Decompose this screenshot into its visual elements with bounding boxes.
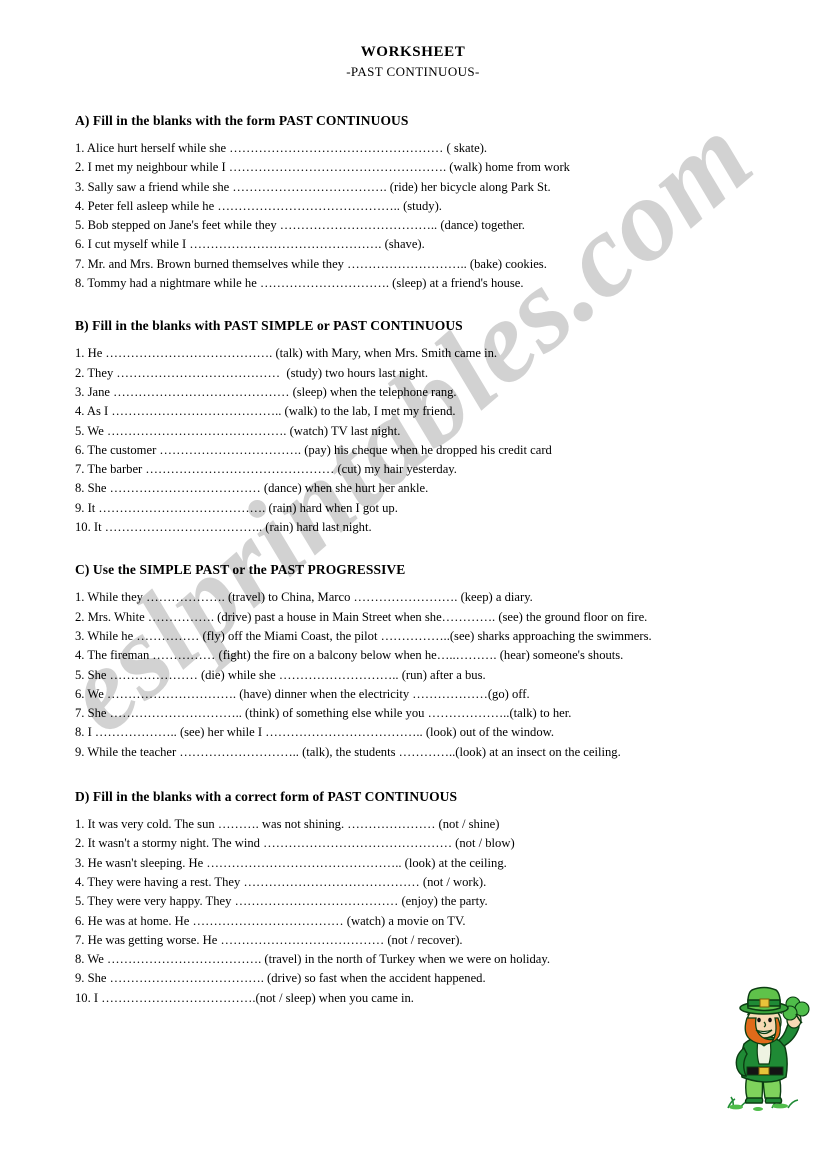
exercise-item: 2. They ………………………………… (study) two hours … (75, 365, 429, 380)
exercise-item: 6. He was at home. He ……………………………… (watc… (75, 913, 466, 928)
exercise-item: 7. Mr. and Mrs. Brown burned themselves … (75, 256, 547, 271)
section-c: C) Use the SIMPLE PAST or the PAST PROGR… (75, 562, 786, 762)
exercise-item: 2. It wasn't a stormy night. The wind ……… (75, 836, 515, 851)
exercise-item: 4. They were having a rest. They …………………… (75, 874, 487, 889)
exercise-item: 9. She ………………………………. (drive) so fast whe… (75, 971, 486, 986)
exercise-item: 2. I met my neighbour while I …………………………… (75, 160, 570, 175)
exercise-item: 3. Jane …………………………………… (sleep) when the … (75, 384, 457, 399)
worksheet-page: eslprintables.com WORKSHEET -PAST CONTIN… (0, 0, 826, 1169)
section-b: B) Fill in the blanks with PAST SIMPLE o… (75, 318, 786, 537)
grass-blades (729, 1103, 788, 1111)
exercise-item: 5. We ……………………………………. (watch) TV last ni… (75, 423, 401, 438)
exercise-item: 7. He was getting worse. He ………………………………… (75, 932, 463, 947)
hat (739, 986, 789, 1015)
belt-buckle (758, 1067, 770, 1075)
exercise-item: 2. Mrs. White ……………. (drive) past a hous… (75, 609, 648, 624)
exercise-item: 9. While the teacher ……………………….. (talk),… (75, 744, 621, 759)
exercise-item: 3. Sally saw a friend while she ……………………… (75, 179, 551, 194)
exercise-item: 7. The barber ……………………………………… (cut) my h… (75, 462, 457, 477)
exercise-item: 3. While he …………… (fly) off the Miami Co… (75, 628, 652, 643)
exercise-item: 1. While they ………………. (travel) to China,… (75, 590, 533, 605)
exercise-item: 6. I cut myself while I ……………………………………….… (75, 237, 425, 252)
section-d-items: 1. It was very cold. The sun ………. was no… (75, 815, 786, 1008)
worksheet-content: WORKSHEET -PAST CONTINUOUS- A) Fill in t… (0, 44, 826, 1008)
exercise-item: 10. It ……………………………….. (rain) hard last n… (75, 520, 372, 535)
exercise-item: 6. The customer ……………………………. (pay) his c… (75, 442, 552, 457)
leprechaun-clipart (714, 984, 814, 1112)
section-d: D) Fill in the blanks with a correct for… (75, 789, 786, 1008)
exercise-item: 4. As I ………………………………….. (walk) to the la… (75, 404, 456, 419)
section-a-items: 1. Alice hurt herself while she ……………………… (75, 139, 786, 293)
section-c-items: 1. While they ………………. (travel) to China,… (75, 588, 786, 762)
exercise-item: 9. It …………………………………. (rain) hard when I … (75, 500, 398, 515)
title-block: WORKSHEET -PAST CONTINUOUS- (0, 44, 826, 80)
exercise-item: 1. It was very cold. The sun ………. was no… (75, 817, 500, 832)
exercise-item: 8. Tommy had a nightmare while he ………………… (75, 276, 524, 291)
section-b-items: 1. He …………………………………. (talk) with Mary, w… (75, 344, 786, 537)
section-a: A) Fill in the blanks with the form PAST… (75, 113, 786, 293)
exercise-item: 8. She ……………………………… (dance) when she hur… (75, 481, 429, 496)
exercise-item: 8. We ………………………………. (travel) in the nort… (75, 952, 551, 967)
exercise-item: 3. He wasn't sleeping. He ……………………………………… (75, 855, 507, 870)
exercise-item: 1. Alice hurt herself while she ……………………… (75, 141, 488, 155)
exercise-item: 1. He …………………………………. (talk) with Mary, w… (75, 346, 498, 361)
page-subtitle: -PAST CONTINUOUS- (346, 64, 480, 79)
section-c-heading: C) Use the SIMPLE PAST or the PAST PROGR… (75, 562, 406, 578)
exercise-item: 5. Bob stepped on Jane's feet while they… (75, 218, 525, 233)
section-b-heading: B) Fill in the blanks with PAST SIMPLE o… (75, 318, 463, 334)
section-d-heading: D) Fill in the blanks with a correct for… (75, 789, 458, 805)
page-title: WORKSHEET (360, 44, 466, 60)
exercise-item: 4. Peter fell asleep while he …………………………… (75, 198, 442, 213)
exercise-item: 5. They were very happy. They …………………………… (75, 894, 488, 909)
exercise-item: 10. I ……………………………….(not / sleep) when yo… (75, 990, 414, 1005)
exercise-item: 7. She ………………………….. (think) of something… (75, 706, 572, 721)
exercise-item: 6. We …………………………. (have) dinner when the… (75, 686, 530, 701)
exercise-item: 8. I ……………….. (see) her while I ……………………… (75, 725, 555, 740)
exercise-item: 4. The fireman …………… (fight) the fire on… (75, 648, 624, 663)
section-a-heading: A) Fill in the blanks with the form PAST… (75, 113, 409, 128)
exercise-item: 5. She ………………… (die) while she ………………………… (75, 667, 486, 682)
